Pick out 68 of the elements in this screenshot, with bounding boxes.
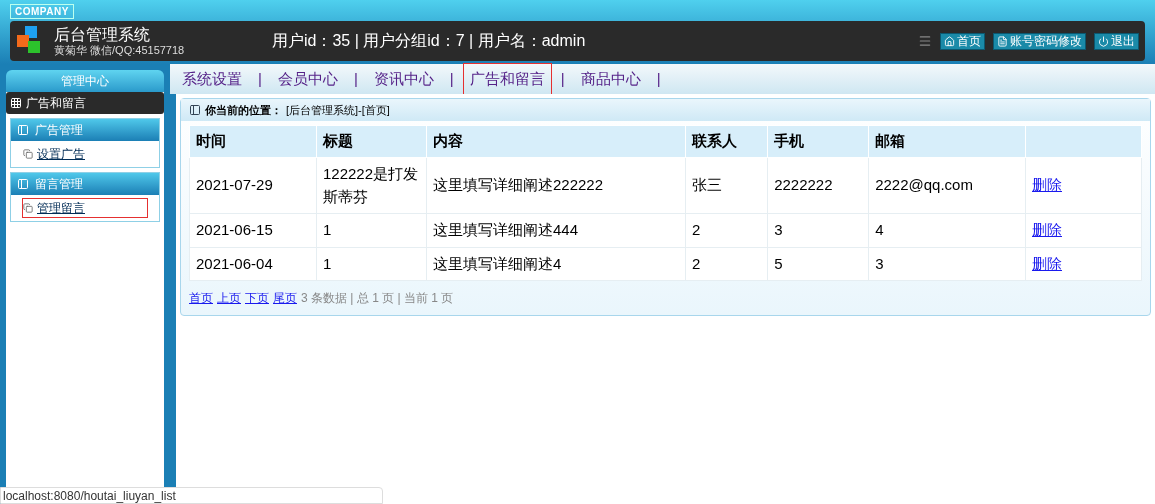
table-cell: 2021-06-04: [189, 247, 317, 281]
page-link[interactable]: 上页: [217, 289, 241, 307]
user-info: 用户id：35 | 用户分组id：7 | 用户名：admin: [272, 31, 586, 51]
sidebar-link[interactable]: 管理留言: [23, 199, 147, 217]
page-link[interactable]: 尾页: [273, 289, 297, 307]
column-header: 手机: [767, 125, 869, 158]
app-title: 后台管理系统: [54, 25, 151, 44]
app-subtitle: 黄菊华 微信/QQ:45157718: [54, 43, 186, 57]
column-header: 联系人: [685, 125, 768, 158]
header-button[interactable]: 账号密码修改: [993, 32, 1086, 50]
document-icon: [997, 35, 1008, 47]
nav-tab[interactable]: 系统设置: [176, 64, 248, 94]
header-button[interactable]: 退出: [1094, 32, 1139, 50]
table-cell: 1: [316, 247, 427, 281]
separator: |: [449, 68, 454, 89]
grid-icon: [10, 97, 22, 109]
home-icon: [944, 35, 955, 47]
group-title: 广告管理: [35, 122, 83, 139]
table-cell: 3: [868, 247, 1026, 281]
panel-icon: [17, 178, 29, 190]
menu-icon[interactable]: [918, 34, 932, 48]
separator: |: [560, 68, 565, 89]
delete-link[interactable]: 删除: [1032, 176, 1062, 194]
pages-icon: [23, 203, 33, 213]
nav-tab[interactable]: 商品中心: [574, 64, 647, 94]
column-header: 时间: [189, 125, 317, 158]
separator: |: [258, 68, 262, 89]
separator: |: [353, 68, 358, 89]
delete-link[interactable]: 删除: [1032, 221, 1062, 238]
breadcrumb-path: [后台管理系统]-[首页]: [286, 102, 390, 118]
nav-tab[interactable]: 资讯中心: [367, 64, 440, 94]
table-cell: 2: [685, 247, 768, 281]
column-header: 标题: [316, 125, 427, 158]
nav-tab[interactable]: 广告和留言: [463, 64, 551, 94]
panel-icon: [189, 104, 201, 116]
table-cell: 2222@qq.com: [868, 157, 1026, 214]
table-cell: 5: [767, 247, 869, 281]
page-info: 3 条数据 | 总 1 页 | 当前 1 页: [301, 290, 454, 307]
table-cell: 1: [316, 213, 427, 247]
column-header: 邮箱: [868, 125, 1026, 158]
panel-icon: [17, 124, 29, 136]
status-bar: localhost:8080/houtai_liuyan_list: [0, 487, 383, 504]
header-button[interactable]: 首页: [940, 32, 985, 50]
page-link[interactable]: 首页: [189, 289, 213, 307]
pages-icon: [23, 149, 33, 159]
table-cell: 4: [868, 213, 1026, 247]
table-cell: 这里填写详细阐述4: [426, 247, 686, 281]
breadcrumb-label: 你当前的位置：: [205, 102, 282, 118]
separator: |: [656, 68, 661, 89]
page-link[interactable]: 下页: [245, 289, 269, 307]
column-header: 内容: [426, 125, 686, 158]
table-cell: 3: [767, 213, 869, 247]
table-cell: 2: [685, 213, 768, 247]
table-cell: 2021-07-29: [189, 157, 317, 214]
table-cell: 2021-06-15: [189, 213, 317, 247]
delete-link[interactable]: 删除: [1032, 254, 1062, 272]
company-badge: COMPANY: [10, 4, 74, 19]
sidebar-link[interactable]: 设置广告: [23, 145, 147, 163]
table-cell: 这里填写详细阐述222222: [426, 157, 686, 214]
sidebar-title: 管理中心: [6, 70, 164, 92]
section-label: 广告和留言: [26, 95, 86, 112]
table-cell: 2222222: [767, 157, 869, 214]
group-title: 留言管理: [35, 176, 83, 193]
nav-tab[interactable]: 会员中心: [271, 64, 344, 94]
power-icon: [1098, 35, 1109, 47]
table-cell: 这里填写详细阐述444: [426, 213, 686, 247]
table-cell: 张三: [685, 157, 768, 214]
table-cell: 122222是打发斯蒂芬: [316, 157, 427, 214]
